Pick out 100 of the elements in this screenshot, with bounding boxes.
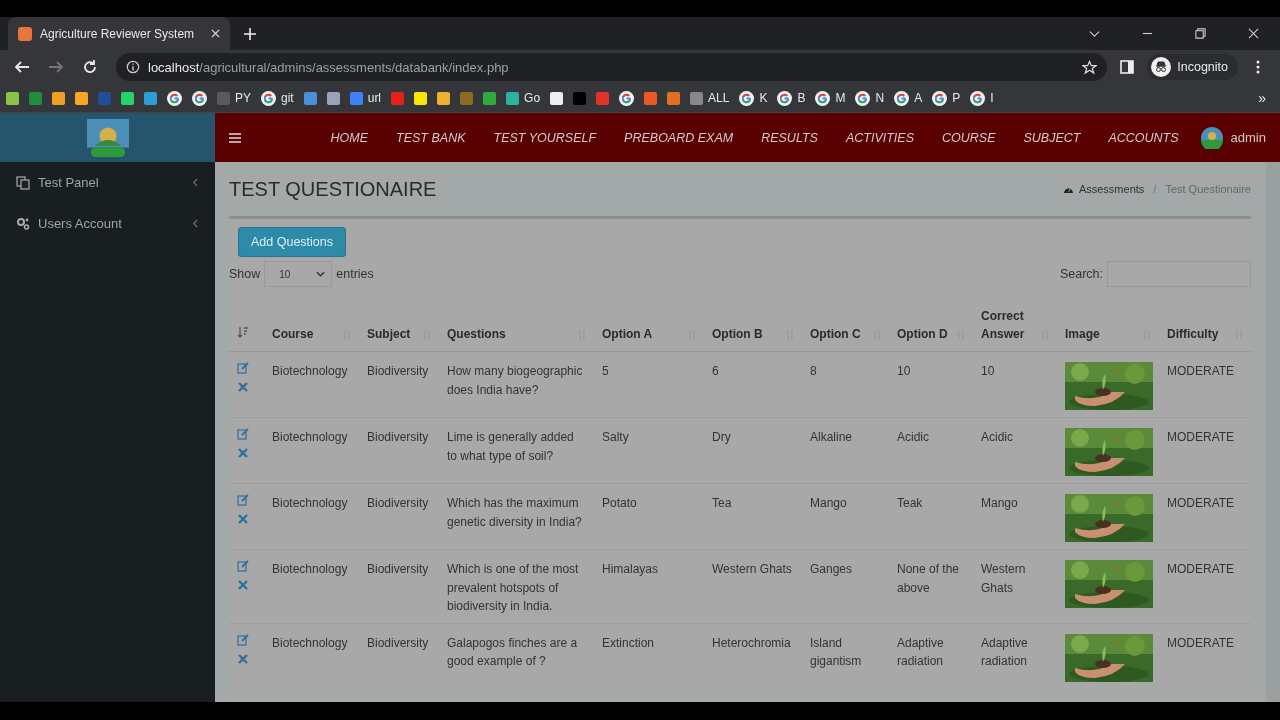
site-icon[interactable] xyxy=(75,91,88,105)
delete-icon[interactable] xyxy=(237,513,249,525)
bookmark[interactable]: N xyxy=(855,90,885,106)
delete-icon[interactable] xyxy=(237,652,249,665)
nav-link[interactable]: TEST BANK xyxy=(396,130,466,145)
nav-link[interactable]: ACTIVITIES xyxy=(845,130,914,145)
site-icon[interactable] xyxy=(414,91,428,105)
table-cell: Biotechnology xyxy=(264,549,359,624)
bookmark[interactable]: B xyxy=(777,90,806,106)
edit-icon[interactable] xyxy=(237,560,249,572)
breadcrumb-link[interactable]: Assessments xyxy=(1078,183,1145,195)
address-field[interactable]: localhost/agricultural/admins/assessments/databank/index.php xyxy=(116,53,1108,81)
site-icon[interactable] xyxy=(52,91,65,105)
bookmark[interactable]: K xyxy=(739,90,768,106)
table-cell: Biodiversity xyxy=(359,483,439,550)
close-icon[interactable] xyxy=(211,29,220,38)
star-icon[interactable] xyxy=(1082,59,1098,75)
bookmark[interactable]: P xyxy=(932,90,961,106)
column-header[interactable]: Difficulty xyxy=(1159,301,1251,352)
gears-icon xyxy=(16,216,30,231)
nav-link[interactable]: COURSE xyxy=(942,130,996,145)
incognito-icon xyxy=(1151,57,1172,77)
bookmark[interactable]: I xyxy=(970,90,994,106)
nav-link[interactable]: ACCOUNTS xyxy=(1108,130,1179,145)
column-header[interactable]: Correct Answer xyxy=(973,301,1057,352)
bookmark[interactable]: ALL xyxy=(690,91,730,105)
table-cell: Dry xyxy=(704,417,802,484)
table-cell: Western Ghats xyxy=(704,549,802,624)
entries-select[interactable]: 10 xyxy=(264,261,333,287)
google-icon[interactable] xyxy=(192,90,207,106)
google-icon xyxy=(855,90,871,106)
table-cell: Biotechnology xyxy=(264,417,359,484)
table-cell: Galapogos finches are a good example of ? xyxy=(439,623,594,689)
browser-tab[interactable]: Agriculture Reviewer System xyxy=(8,17,230,50)
table-cell: MODERATE xyxy=(1159,483,1251,550)
table-cell: Island gigantism xyxy=(802,623,889,689)
table-cell: Lime is generally added to what type of soil? xyxy=(439,417,594,484)
site-icon xyxy=(18,26,32,41)
table-cell: Adaptive radiation xyxy=(889,623,973,689)
google-icon[interactable] xyxy=(619,90,635,106)
more-bookmarks[interactable]: » xyxy=(1258,90,1274,106)
show-label: Show xyxy=(229,267,261,281)
nav-link[interactable]: RESULTS xyxy=(761,130,818,145)
site-icon[interactable] xyxy=(6,91,19,105)
close-icon[interactable] xyxy=(1248,28,1259,39)
menu-icon[interactable] xyxy=(229,132,241,143)
table-cell: Biodiversity xyxy=(359,351,439,418)
table-cell: Heterochromia xyxy=(704,623,802,689)
copy-icon xyxy=(16,175,30,190)
google-icon[interactable] xyxy=(167,90,182,106)
site-icon[interactable] xyxy=(121,91,134,105)
bookmark[interactable]: Go xyxy=(506,91,541,105)
edit-icon[interactable] xyxy=(237,362,249,374)
bookmark[interactable]: git xyxy=(261,90,294,106)
bookmark[interactable]: A xyxy=(894,90,923,106)
nav-link[interactable]: SUBJECT xyxy=(1023,130,1081,145)
sidebar-item[interactable]: Test Panel xyxy=(0,162,215,203)
profile-button[interactable]: Incognito xyxy=(1147,54,1238,80)
bookmark[interactable]: M xyxy=(815,90,846,106)
table-cell: 10 xyxy=(973,351,1057,418)
edit-icon[interactable] xyxy=(237,428,249,440)
table-cell: Tea xyxy=(704,483,802,550)
table-cell: Alkaline xyxy=(802,417,889,484)
table-cell: Mango xyxy=(802,483,889,550)
table-cell: MODERATE xyxy=(1159,623,1251,689)
table-cell: Biodiversity xyxy=(359,549,439,624)
column-header[interactable]: Option A xyxy=(594,301,704,352)
table-cell: Biotechnology xyxy=(264,351,359,418)
column-header[interactable]: Option C xyxy=(802,301,889,352)
column-header[interactable]: Course xyxy=(264,301,359,352)
table-cell: Biodiversity xyxy=(359,623,439,689)
sidebar-item[interactable]: Users Account xyxy=(0,203,215,244)
column-header[interactable]: Questions xyxy=(439,301,594,352)
nav-link[interactable]: TEST YOURSELF xyxy=(493,130,597,145)
column-header[interactable]: Option D xyxy=(889,301,973,352)
site-icon[interactable] xyxy=(437,91,451,105)
delete-icon[interactable] xyxy=(237,381,249,393)
plus-icon[interactable] xyxy=(244,27,256,40)
column-header[interactable]: Subject xyxy=(359,301,439,352)
nav-link[interactable]: PREBOARD EXAM xyxy=(624,130,734,145)
delete-icon[interactable] xyxy=(237,579,249,591)
column-header[interactable]: Image xyxy=(1057,301,1159,352)
table-cell: Which has the maximum genetic diversity in India? xyxy=(439,483,594,550)
chevron-left-icon xyxy=(192,178,199,187)
restore-icon[interactable] xyxy=(1195,28,1206,39)
nav-link[interactable]: HOME xyxy=(330,130,369,145)
column-header[interactable]: Option B xyxy=(704,301,802,352)
user-menu[interactable]: admin xyxy=(1200,126,1266,149)
caret-icon xyxy=(316,271,326,277)
site-icon[interactable] xyxy=(550,91,564,105)
edit-icon[interactable] xyxy=(237,633,249,646)
table-cell: Potato xyxy=(594,483,704,550)
site-icon[interactable] xyxy=(326,91,340,105)
bookmark[interactable]: PY xyxy=(217,91,251,105)
chevron-down-icon[interactable] xyxy=(1089,28,1100,39)
delete-icon[interactable] xyxy=(237,447,249,459)
edit-icon[interactable] xyxy=(237,494,249,506)
google-icon xyxy=(970,90,986,106)
page-title: TEST QUESTIONAIRE xyxy=(229,177,438,201)
bookmark[interactable]: url xyxy=(349,91,382,105)
